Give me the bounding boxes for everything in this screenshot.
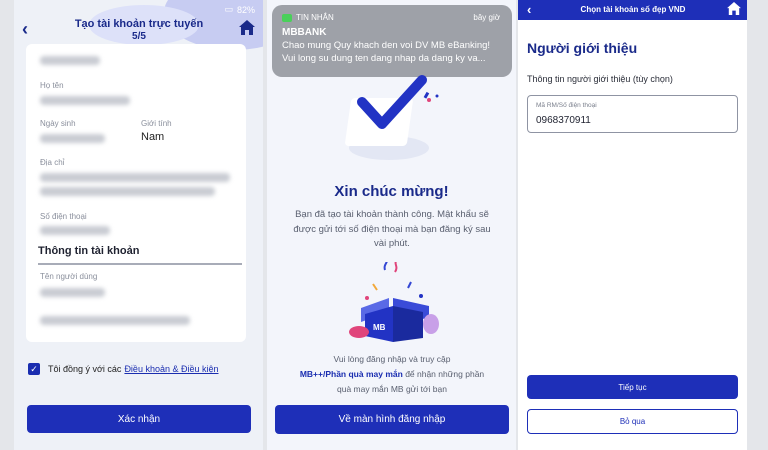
confetti-stroke-2 (407, 281, 412, 289)
ribbon-swirl (383, 262, 388, 271)
checkmark-illustration (345, 75, 439, 160)
back-to-login-button[interactable]: Về màn hình đăng nhập (275, 405, 509, 434)
middle-screen: TIN NHẮN bây giờ MBBANK Chao mung Quy kh… (267, 0, 516, 450)
blurred-address-2 (40, 187, 215, 196)
address-label: Địa chỉ (40, 158, 65, 167)
account-section-title: Thông tin tài khoản (38, 245, 140, 257)
notification-app: TIN NHẮN (282, 13, 334, 22)
right-screen: ‹ Chọn tài khoản số đẹp VND Người giới t… (518, 0, 747, 450)
confetti-dot-2 (419, 294, 423, 298)
form-card: Họ tên Ngày sinh Giới tính Nam Địa chỉ S… (26, 44, 246, 342)
left-screen: ▭ 82% ‹ Tạo tài khoản trực tuyến 5/5 Họ … (14, 0, 263, 450)
battery-icon: ▭ (224, 4, 233, 14)
box-ribbon-right (423, 314, 439, 334)
gender-value: Nam (141, 131, 165, 143)
step-indicator: 5/5 (132, 31, 146, 42)
username-label: Tên người dùng (40, 272, 98, 281)
referrer-subtitle: Thông tin người giới thiệu (tùy chọn) (527, 74, 673, 84)
blurred-fullname (40, 96, 130, 105)
success-description: Bạn đã tạo tài khoản thành công. Mật khẩ… (293, 209, 491, 249)
sms-notification[interactable]: TIN NHẮN bây giờ MBBANK Chao mung Quy kh… (272, 5, 512, 77)
referral-input-label: Mã RM/Số điện thoại (536, 102, 597, 109)
fullname-label: Họ tên (40, 81, 64, 90)
blurred-username (40, 288, 105, 297)
back-arrow-icon[interactable]: ‹ (22, 20, 28, 38)
confetti-stroke (372, 283, 378, 291)
login-hint-line-3: quà may mắn MB gửi tới bạn (336, 384, 447, 394)
notification-app-name: TIN NHẮN (296, 13, 334, 22)
battery-level: 82% (236, 4, 255, 15)
lucky-gift-path: MB++/Phần quà may mắn (299, 369, 403, 379)
birthdate-label: Ngày sinh (40, 119, 76, 128)
phone-label: Số điện thoại (40, 212, 87, 221)
gift-logo: MB (373, 323, 386, 332)
login-hint: Vui lòng đăng nhập và truy cập MB++/Phần… (277, 352, 507, 397)
confetti-piece (423, 91, 430, 99)
blurred-id-value (40, 56, 100, 65)
back-arrow-icon[interactable]: ‹ (527, 2, 531, 17)
notification-line-1: Chao mung Quy khach den voi DV MB eBanki… (282, 40, 491, 51)
blurred-birthdate (40, 134, 105, 143)
notification-sender: MBBANK (282, 27, 327, 38)
login-hint-line-2: MB++/Phần quà may mắn để nhận những phần (277, 367, 507, 382)
section-divider (38, 263, 242, 265)
referral-input[interactable]: Mã RM/Số điện thoại 0968370911 (527, 95, 738, 133)
agreement-row: ✓ Tôi đồng ý với các Điều khoản & Điều k… (28, 363, 219, 375)
agreement-text: Tôi đồng ý với các (48, 364, 122, 374)
app-header: ‹ Chọn tài khoản số đẹp VND (518, 0, 747, 20)
skip-button[interactable]: Bỏ qua (527, 409, 738, 434)
page-title: Chọn tài khoản số đẹp VND (580, 5, 686, 14)
login-hint-line-1: Vui lòng đăng nhập và truy cập (333, 354, 451, 364)
referrer-heading: Người giới thiệu (527, 40, 638, 56)
confirm-button[interactable]: Xác nhận (27, 405, 251, 433)
box-side (393, 306, 423, 342)
notification-time: bây giờ (473, 13, 500, 22)
blurred-address-1 (40, 173, 230, 182)
blurred-password (40, 316, 190, 325)
box-ribbon-left (349, 326, 369, 338)
gift-box-icon: MB (349, 262, 439, 342)
login-hint-line-2-rest: để nhận những phần (405, 369, 485, 379)
home-icon[interactable] (727, 2, 741, 20)
confetti-dot-2 (435, 94, 439, 98)
referral-input-value[interactable]: 0968370911 (536, 115, 591, 126)
gender-label: Giới tính (141, 119, 172, 128)
confetti-dot (427, 98, 431, 102)
confetti-dot (365, 296, 369, 300)
terms-link[interactable]: Điều khoản & Điều kiện (124, 364, 218, 374)
home-icon[interactable] (239, 20, 255, 40)
continue-button[interactable]: Tiếp tục (527, 375, 738, 399)
message-icon (282, 13, 292, 22)
checkbox-checked-icon[interactable]: ✓ (28, 363, 40, 375)
blurred-phone (40, 226, 110, 235)
page-title: Tạo tài khoản trực tuyến (74, 18, 204, 30)
status-bar: ▭ 82% (224, 4, 255, 15)
ribbon-swirl-2 (394, 262, 398, 273)
notification-line-2: Vui long su dung ten dang nhap da dang k… (282, 53, 486, 64)
congrats-title: Xin chúc mừng! (334, 183, 449, 200)
